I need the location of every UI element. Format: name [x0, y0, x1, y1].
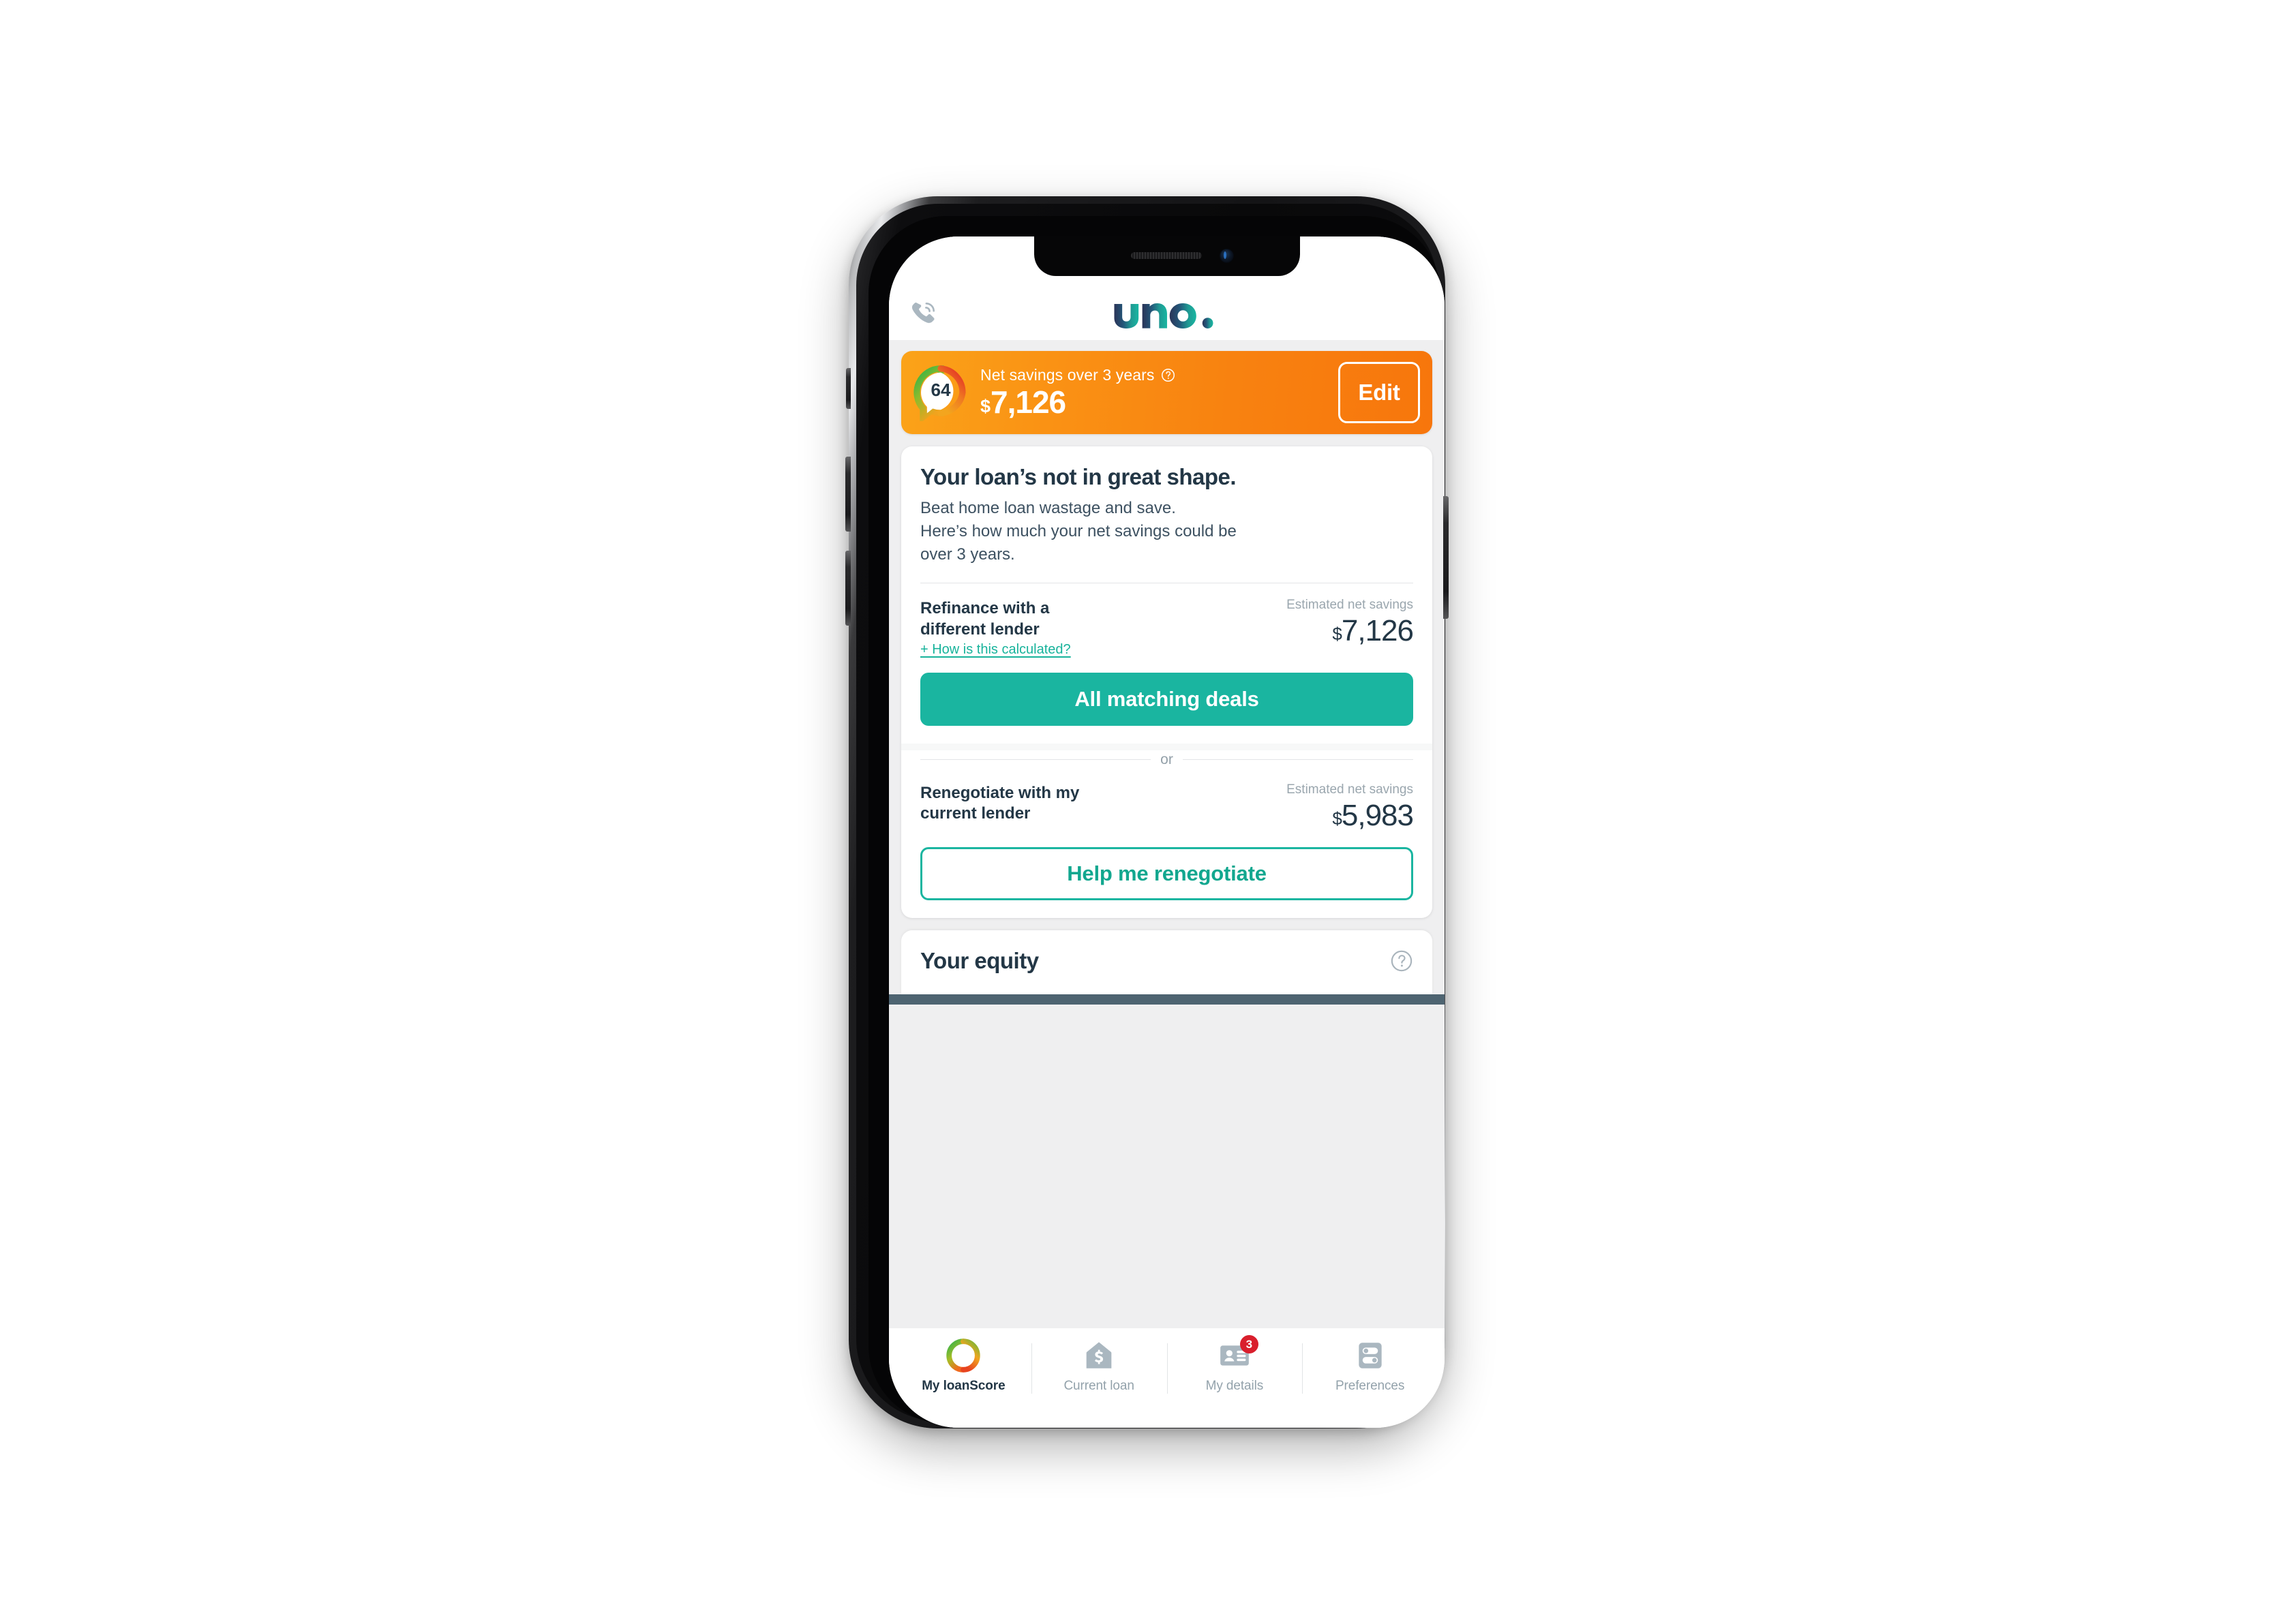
refinance-option-row: Refinance with a different lender + How …	[920, 598, 1414, 657]
loanscore-ring-icon	[946, 1338, 981, 1373]
or-label: or	[1160, 751, 1173, 767]
bottom-tab-bar: My loanScore Current loan 3 My details P…	[889, 1328, 1445, 1428]
banner-amount-value: 7,126	[991, 384, 1066, 420]
or-separator: or	[901, 752, 1432, 768]
loan-card-subtitle-line3: over 3 years.	[920, 545, 1015, 564]
question-mark-icon[interactable]	[1390, 949, 1413, 973]
renegotiate-option-name: Renegotiate with my current lender	[920, 783, 1079, 825]
phone-screen: 64 Net savings over 3 years $7,126 Edit …	[889, 236, 1445, 1428]
renegotiate-name-line1: Renegotiate with my	[920, 783, 1080, 802]
banner-label-text: Net savings over 3 years	[980, 366, 1155, 384]
screenshot-stage: 64 Net savings over 3 years $7,126 Edit …	[0, 0, 2296, 1622]
app-root: 64 Net savings over 3 years $7,126 Edit …	[889, 236, 1445, 1428]
phone-bezel: 64 Net savings over 3 years $7,126 Edit …	[868, 216, 1445, 1428]
how-is-this-calculated-link[interactable]: + How is this calculated?	[920, 642, 1071, 658]
page-indicator-bar	[889, 994, 1445, 1005]
renegotiate-currency: $	[1332, 808, 1342, 829]
help-me-renegotiate-button[interactable]: Help me renegotiate	[920, 846, 1413, 900]
refinance-option-name: Refinance with a different lender	[920, 598, 1071, 640]
tab-preferences[interactable]: Preferences	[1302, 1338, 1438, 1410]
my-details-badge: 3	[1239, 1335, 1258, 1353]
uno-logo	[1114, 303, 1213, 328]
tab-label-my-loanscore: My loanScore	[922, 1379, 1006, 1393]
renegotiate-option-left: Renegotiate with my current lender	[920, 783, 1079, 825]
tab-label-preferences: Preferences	[1335, 1379, 1405, 1393]
refinance-amount: $7,126	[1286, 614, 1414, 648]
or-line-left	[920, 759, 1151, 761]
refinance-option-left: Refinance with a different lender + How …	[920, 598, 1071, 657]
volume-up-button[interactable]	[845, 457, 851, 532]
loan-card-subtitle: Beat home loan wastage and save. Here’s …	[920, 497, 1413, 566]
tab-my-details[interactable]: 3 My details	[1166, 1335, 1303, 1410]
earpiece-speaker-icon	[1130, 252, 1202, 259]
phone-call-icon[interactable]	[909, 299, 938, 328]
banner-amount: $7,126	[980, 384, 1338, 420]
your-equity-card[interactable]: Your equity	[901, 930, 1432, 994]
refinance-name-line1: Refinance with a	[920, 599, 1050, 618]
refinance-est-label: Estimated net savings	[1286, 598, 1413, 613]
loanscore-gauge-icon: 64	[913, 365, 966, 421]
toggles-icon	[1353, 1338, 1388, 1373]
renegotiate-amount-value: 5,983	[1341, 798, 1414, 832]
loan-card-subtitle-line1: Beat home loan wastage and save.	[920, 498, 1176, 517]
question-mark-icon[interactable]	[1161, 368, 1175, 382]
id-card-icon: 3	[1217, 1335, 1258, 1373]
card-soft-band	[901, 743, 1432, 750]
tab-label-my-details: My details	[1205, 1379, 1264, 1393]
tab-my-loanscore[interactable]: My loanScore	[896, 1338, 1031, 1410]
your-equity-title: Your equity	[920, 947, 1039, 973]
power-button[interactable]	[1443, 496, 1449, 619]
refinance-currency: $	[1332, 624, 1342, 645]
tab-label-current-loan: Current loan	[1063, 1379, 1134, 1393]
silent-switch-button[interactable]	[846, 368, 851, 409]
app-scroll-body[interactable]: 64 Net savings over 3 years $7,126 Edit …	[889, 340, 1445, 1328]
renegotiate-est-label: Estimated net savings	[1286, 782, 1413, 797]
all-matching-deals-button[interactable]: All matching deals	[920, 672, 1413, 726]
renegotiate-name-line2: current lender	[920, 804, 1031, 823]
refinance-option: Refinance with a different lender + How …	[901, 583, 1432, 726]
loan-card-intro: Your loan’s not in great shape. Beat hom…	[901, 446, 1432, 566]
volume-down-button[interactable]	[845, 551, 851, 626]
renegotiate-option-row: Renegotiate with my current lender Estim…	[920, 782, 1414, 832]
loan-card-title: Your loan’s not in great shape.	[920, 464, 1237, 489]
edit-button[interactable]: Edit	[1338, 362, 1420, 423]
refinance-option-right: Estimated net savings $7,126	[1286, 598, 1414, 648]
phone-notch	[1033, 236, 1300, 276]
refinance-name-line2: different lender	[920, 619, 1040, 639]
net-savings-banner[interactable]: 64 Net savings over 3 years $7,126 Edit	[901, 351, 1432, 434]
loan-status-card: Your loan’s not in great shape. Beat hom…	[901, 446, 1432, 918]
loan-card-subtitle-line2: Here’s how much your net savings could b…	[920, 522, 1237, 541]
phone-device-frame: 64 Net savings over 3 years $7,126 Edit …	[845, 196, 1449, 1428]
loanscore-value: 64	[931, 380, 951, 400]
house-dollar-icon	[1081, 1338, 1117, 1373]
renegotiate-amount: $5,983	[1286, 798, 1414, 832]
banner-currency: $	[980, 395, 991, 416]
renegotiate-option: Renegotiate with my current lender Estim…	[901, 768, 1432, 900]
banner-text-block: Net savings over 3 years $7,126	[980, 366, 1338, 420]
banner-label-row: Net savings over 3 years	[980, 366, 1338, 384]
or-line-right	[1182, 759, 1413, 761]
renegotiate-option-right: Estimated net savings $5,983	[1286, 782, 1414, 832]
front-camera-icon	[1219, 249, 1234, 263]
phone-inner-frame: 64 Net savings over 3 years $7,126 Edit …	[856, 204, 1445, 1428]
tab-current-loan[interactable]: Current loan	[1031, 1338, 1167, 1410]
refinance-amount-value: 7,126	[1341, 614, 1414, 648]
